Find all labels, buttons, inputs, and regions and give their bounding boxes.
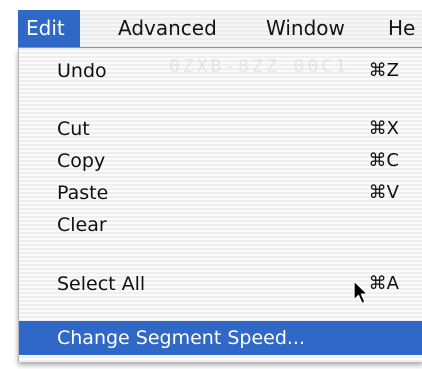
menu-edit[interactable]: Edit <box>18 10 80 47</box>
shortcut-label: ⌘Z <box>368 60 399 81</box>
shortcut-label: ⌘A <box>368 273 399 294</box>
menu-item-copy[interactable]: Copy ⌘C <box>19 144 422 178</box>
menu-item-label: Paste <box>57 182 109 204</box>
shortcut-label: ⌘C <box>368 150 399 171</box>
edit-menu-dropdown: 0ZXB-8ZZ 00C1 Undo ⌘Z Cut ⌘X Copy ⌘C Pas… <box>18 48 422 362</box>
shortcut-label: ⌘V <box>368 182 399 203</box>
arrow-pointer-icon <box>353 280 369 305</box>
menu-item-label: Undo <box>57 60 107 82</box>
menu-bar: Edit Advanced Window He <box>18 10 422 48</box>
menu-item-label: Cut <box>57 118 90 140</box>
menu-item-paste[interactable]: Paste ⌘V <box>19 176 422 210</box>
menu-item-cut[interactable]: Cut ⌘X <box>19 112 422 146</box>
menu-item-clear[interactable]: Clear <box>19 208 422 242</box>
menu-item-label: Change Segment Speed... <box>57 327 306 349</box>
menu-item-label: Clear <box>57 214 107 236</box>
menu-item-label: Select All <box>57 273 146 295</box>
menu-item-label: Copy <box>57 150 106 172</box>
menu-advanced[interactable]: Advanced <box>110 10 225 47</box>
shortcut-label: ⌘X <box>368 118 399 139</box>
menu-item-undo[interactable]: Undo ⌘Z <box>19 54 422 88</box>
screenshot-frame: Edit Advanced Window He 0ZXB-8ZZ 00C1 Un… <box>0 0 422 369</box>
menu-item-change-segment-speed[interactable]: Change Segment Speed... <box>19 321 422 355</box>
menu-window[interactable]: Window <box>258 10 353 47</box>
menu-help[interactable]: He <box>380 10 422 47</box>
